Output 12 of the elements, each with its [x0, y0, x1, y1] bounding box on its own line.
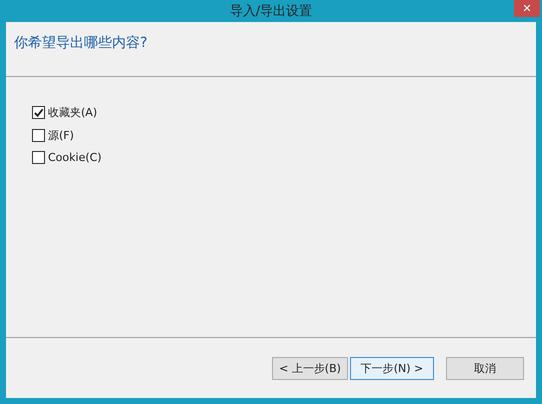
dialog-button[interactable]: 取消 [446, 356, 524, 380]
close-button[interactable]: ✕ [514, 0, 540, 17]
dialog-button[interactable]: 下一步(N) > [350, 356, 434, 380]
checkbox[interactable] [32, 106, 45, 119]
checkbox-label: 源(F) [48, 128, 74, 143]
checkbox-label: 收藏夹(A) [48, 105, 98, 120]
heading-text: 你希望导出哪些内容? [14, 35, 148, 51]
checkbox[interactable] [32, 151, 45, 164]
checkbox-label: Cookie(C) [48, 151, 102, 164]
checkbox[interactable] [32, 129, 45, 142]
dialog-button[interactable]: < 上一步(B) [272, 356, 348, 380]
window-title: 导入/导出设置 [230, 3, 312, 20]
